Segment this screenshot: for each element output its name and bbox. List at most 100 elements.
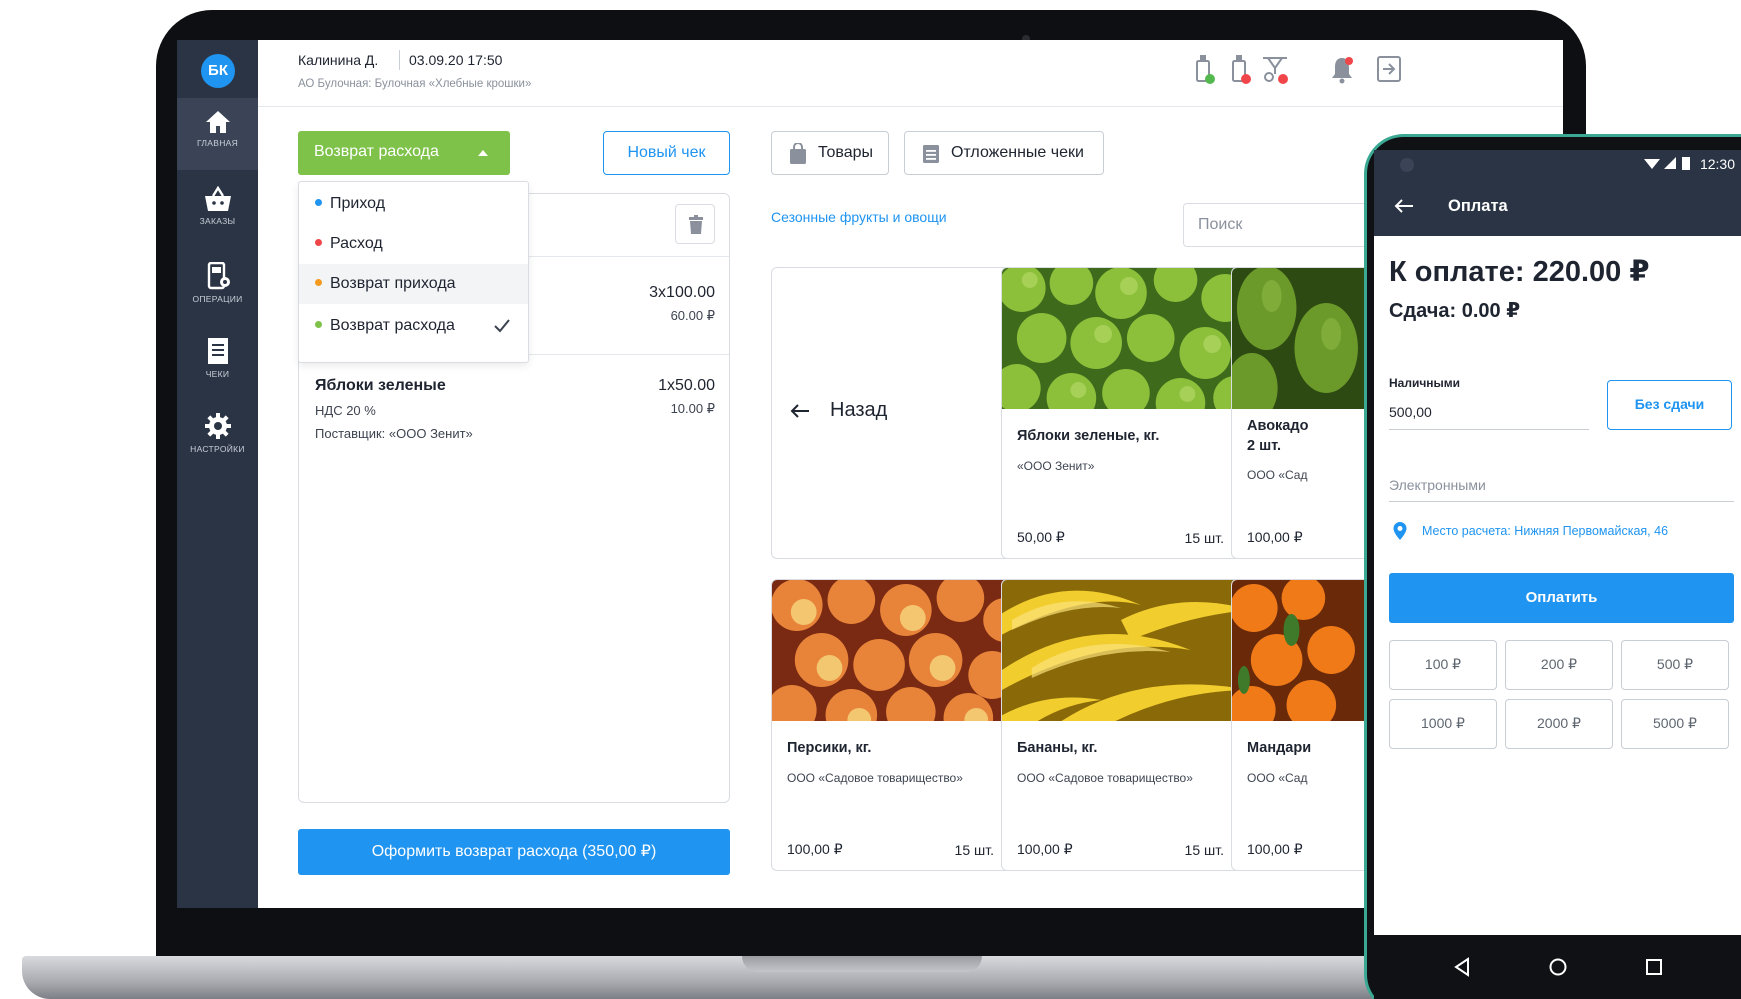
bananas-image — [1002, 580, 1239, 721]
menu-item-label: Приход — [330, 195, 386, 212]
fiscal-device-ok-icon[interactable] — [1194, 54, 1216, 86]
product-price: 50,00 ₽ — [1017, 529, 1065, 545]
phone-screen: 12:30 Оплата К оплате: 220.00 ₽ Сдача: 0… — [1374, 150, 1741, 999]
product-price: 100,00 ₽ — [1017, 841, 1073, 857]
delete-button[interactable] — [675, 204, 715, 244]
sidebar: БК ГЛАВНАЯ ЗАКАЗЫ ОПЕРАЦИИ ЧЕКИ НАСТРОЙК… — [177, 40, 258, 908]
product-title-line2: 2 шт. — [1247, 438, 1282, 454]
electronic-field[interactable]: Электронными — [1389, 477, 1486, 493]
phone-app-bar: Оплата — [1374, 178, 1741, 236]
nav-item-settings[interactable]: НАСТРОЙКИ — [177, 400, 258, 472]
phone-clock: 12:30 — [1699, 156, 1735, 172]
product-card[interactable]: Яблоки зеленые, кг. «ООО Зенит» 50,00 ₽ … — [1001, 267, 1240, 559]
gear-icon — [204, 413, 231, 439]
nav-item-receipts[interactable]: ЧЕКИ — [177, 325, 258, 397]
nav-back-icon[interactable] — [1452, 957, 1472, 977]
signal-battery-icon — [1644, 157, 1690, 170]
cashier-name: Калинина Д. — [298, 52, 379, 68]
menu-item-expense[interactable]: Расход — [299, 224, 528, 264]
trash-icon — [689, 215, 703, 234]
new-receipt-button[interactable]: Новый чек — [603, 131, 730, 175]
menu-item-label: Возврат прихода — [330, 275, 456, 292]
brand-logo: БК — [201, 54, 235, 88]
product-title: Авокадо — [1247, 418, 1309, 434]
notification-bell-icon[interactable] — [1330, 54, 1356, 84]
nav-item-home[interactable]: ГЛАВНАЯ — [177, 98, 258, 170]
item-sum: 10.00 ₽ — [670, 401, 715, 416]
product-card[interactable]: Бананы, кг. ООО «Садовое товарищество» 1… — [1001, 579, 1240, 871]
quick-amount-button[interactable]: 200 ₽ — [1505, 640, 1613, 690]
product-stock: 15 шт. — [1184, 842, 1224, 858]
header-divider — [399, 50, 400, 70]
tab-products[interactable]: Товары — [771, 131, 889, 175]
cash-field-underline — [1389, 429, 1589, 430]
change-amount: Сдача: 0.00 ₽ — [1389, 300, 1521, 322]
shopping-bag-icon — [790, 143, 806, 164]
cash-label: Наличными — [1389, 376, 1461, 390]
electronic-field-underline — [1389, 501, 1734, 502]
pay-button[interactable]: Оплатить — [1389, 573, 1734, 623]
cash-field[interactable]: 500,00 — [1389, 404, 1432, 420]
tab-deferred-receipts[interactable]: Отложенные чеки — [904, 131, 1104, 175]
operation-type-menu: Приход Расход Возврат прихода Возврат ра… — [298, 181, 529, 363]
caret-up-icon — [478, 150, 488, 156]
operation-type-dropdown[interactable]: Возврат расхода — [298, 131, 510, 175]
quick-amount-button[interactable]: 1000 ₽ — [1389, 699, 1497, 749]
android-nav-bar — [1374, 935, 1741, 999]
menu-item-expense-return[interactable]: Возврат расхода — [299, 306, 528, 346]
list-icon — [923, 145, 939, 163]
nav-home-icon[interactable] — [1548, 957, 1568, 977]
fiscal-device-error-icon[interactable] — [1230, 54, 1252, 86]
product-supplier: ООО «Садовое товарищество» — [1017, 771, 1193, 785]
quick-amount-button[interactable]: 100 ₽ — [1389, 640, 1497, 690]
arrow-left-icon[interactable] — [1394, 198, 1414, 214]
product-price: 100,00 ₽ — [787, 841, 843, 857]
quick-amount-button[interactable]: 2000 ₽ — [1505, 699, 1613, 749]
checkmark-icon — [494, 319, 510, 333]
red-dot-icon — [315, 239, 322, 246]
product-supplier: ООО «Сад — [1247, 468, 1308, 482]
nav-item-operations[interactable]: ОПЕРАЦИИ — [177, 250, 258, 322]
organization-name: АО Булочная: Булочная «Хлебные крошки» — [298, 78, 532, 90]
product-supplier: ООО «Сад — [1247, 771, 1308, 785]
receipt-item[interactable]: Яблоки зеленые НДС 20 % Поставщик: «ООО … — [315, 377, 715, 457]
payment-location-link[interactable]: Место расчета: Нижняя Первомайская, 46 — [1422, 524, 1668, 538]
orange-dot-icon — [315, 279, 322, 286]
category-breadcrumb[interactable]: Сезонные фрукты и овощи — [771, 209, 947, 225]
product-stock: 15 шт. — [954, 842, 994, 858]
nav-recents-icon[interactable] — [1644, 957, 1664, 977]
item-sum: 60.00 ₽ — [670, 308, 715, 323]
peaches-image — [772, 580, 1009, 721]
arrow-left-icon — [790, 404, 809, 418]
product-price: 100,00 ₽ — [1247, 841, 1303, 857]
product-supplier: ООО «Садовое товарищество» — [787, 771, 963, 785]
network-error-icon[interactable] — [1260, 54, 1292, 86]
menu-item-income[interactable]: Приход — [299, 184, 528, 224]
location-pin-icon — [1393, 522, 1407, 540]
tab-label: Товары — [818, 144, 874, 161]
green-dot-icon — [315, 321, 322, 328]
quick-amount-button[interactable]: 500 ₽ — [1621, 640, 1729, 690]
nav-label: ЗАКАЗЫ — [199, 216, 236, 226]
apples-image — [1002, 268, 1239, 409]
laptop-notch — [742, 956, 982, 972]
quick-amount-button[interactable]: 5000 ₽ — [1621, 699, 1729, 749]
product-card[interactable]: Персики, кг. ООО «Садовое товарищество» … — [771, 579, 1010, 871]
no-change-button[interactable]: Без сдачи — [1607, 380, 1732, 430]
nav-label: ОПЕРАЦИИ — [192, 294, 243, 304]
product-title: Яблоки зеленые, кг. — [1017, 428, 1160, 444]
product-price: 100,00 ₽ — [1247, 529, 1303, 545]
blue-dot-icon — [315, 199, 322, 206]
logout-icon[interactable] — [1375, 54, 1403, 84]
item-name: Яблоки зеленые — [315, 377, 446, 394]
nav-label: ГЛАВНАЯ — [196, 138, 239, 148]
nav-label: ЧЕКИ — [205, 369, 230, 379]
phone-status-bar: 12:30 — [1374, 150, 1741, 178]
submit-return-button[interactable]: Оформить возврат расхода (350,00 ₽) — [298, 829, 730, 875]
back-tile[interactable]: Назад — [771, 267, 1010, 559]
menu-item-income-return[interactable]: Возврат прихода — [299, 264, 528, 304]
item-vat: НДС 20 % — [315, 403, 376, 418]
nav-item-orders[interactable]: ЗАКАЗЫ — [177, 174, 258, 246]
operations-icon — [207, 262, 230, 290]
header-divider-line — [258, 106, 1563, 107]
